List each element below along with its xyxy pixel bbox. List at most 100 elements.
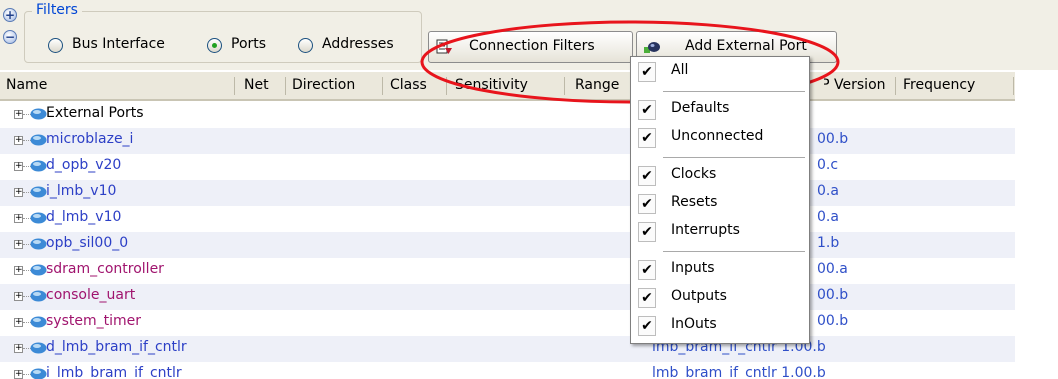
expand-icon[interactable]: + <box>14 136 23 145</box>
expand-icon[interactable]: + <box>14 370 23 379</box>
component-icon <box>30 134 47 146</box>
menu-separator <box>663 91 805 92</box>
column-ip-version[interactable]: IP Version <box>824 77 886 93</box>
component-icon <box>30 368 47 379</box>
component-icon-highlight <box>33 240 41 244</box>
filter-panel: + − Filters Bus Interface Ports Addresse… <box>0 0 1058 70</box>
menu-separator <box>663 251 805 252</box>
tree-row-name: console_uart <box>46 287 136 303</box>
checkmark-icon: ✔ <box>638 100 656 120</box>
connection-filters-label: Connection Filters <box>469 38 595 54</box>
component-icon-highlight <box>33 344 41 348</box>
tree-row-version: 00.a <box>817 261 848 277</box>
tree-row[interactable]: + system_timer 00.b <box>0 310 1015 336</box>
checkmark-icon: ✔ <box>638 288 656 308</box>
checkmark-icon: ✔ <box>638 62 656 82</box>
bus-interface-radio[interactable] <box>48 38 63 53</box>
addresses-label[interactable]: Addresses <box>322 36 394 52</box>
menu-item-resets[interactable]: ✔ Resets <box>633 191 807 217</box>
menu-item-clocks[interactable]: ✔ Clocks <box>633 163 807 189</box>
menu-item-all[interactable]: ✔ All <box>633 59 807 85</box>
expand-icon[interactable]: + <box>14 110 23 119</box>
tree-row[interactable]: + i_lmb_bram_if_cntlr lmb_bram_if_cntlr 1.… <box>0 362 1015 379</box>
menu-item-label: Clocks <box>671 166 717 182</box>
column-net[interactable]: Net <box>244 77 269 93</box>
component-icon-highlight <box>33 266 41 270</box>
checkmark-icon: ✔ <box>638 260 656 280</box>
tree-row-version: 00.b <box>817 131 849 147</box>
tree-row[interactable]: + console_uart 00.b <box>0 284 1015 310</box>
tree-row[interactable]: + sdram_controller 00.a <box>0 258 1015 284</box>
tree-row-name: i_lmb_v10 <box>46 183 117 199</box>
component-icon <box>30 212 47 224</box>
minus-icon[interactable]: − <box>3 30 17 44</box>
menu-item-unconnected[interactable]: ✔ Unconnected <box>633 125 807 151</box>
plus-icon[interactable]: + <box>3 8 17 22</box>
expand-icon[interactable]: + <box>14 214 23 223</box>
menu-item-label: Resets <box>671 194 718 210</box>
column-class[interactable]: Class <box>390 77 427 93</box>
component-icon <box>30 108 47 120</box>
component-icon <box>30 342 47 354</box>
checkmark-icon: ✔ <box>638 316 656 336</box>
tree-row-version: 00.b <box>817 287 849 303</box>
add-external-port-label: Add External Port <box>685 38 807 54</box>
component-icon <box>30 238 47 250</box>
column-direction[interactable]: Direction <box>292 77 355 93</box>
tree-row-name: opb_sil00_0 <box>46 235 129 251</box>
expand-icon[interactable]: + <box>14 188 23 197</box>
bus-interface-label[interactable]: Bus Interface <box>72 36 165 52</box>
component-icon-highlight <box>33 292 41 296</box>
menu-item-label: Interrupts <box>671 222 740 238</box>
filter-icon <box>436 39 452 54</box>
checkmark-icon: ✔ <box>638 128 656 148</box>
tree-row-version: 0.a <box>817 183 839 199</box>
tree-row[interactable]: + d_opb_v20 0.c <box>0 154 1015 180</box>
menu-item-label: All <box>671 62 689 78</box>
column-frequency[interactable]: Frequency <box>903 77 975 93</box>
component-icon-highlight <box>33 162 41 166</box>
tree-row[interactable]: + opb_sil00_0 1.b <box>0 232 1015 258</box>
connection-filters-button[interactable]: Connection Filters <box>428 31 633 63</box>
tree-row[interactable]: + External Ports <box>0 102 1015 128</box>
expand-icon[interactable]: + <box>14 318 23 327</box>
column-range[interactable]: Range <box>575 77 619 93</box>
component-icon-highlight <box>33 318 41 322</box>
tree-row[interactable]: + d_lmb_bram_if_cntlr lmb_bram_if_cntlr 1.… <box>0 336 1015 362</box>
expand-icon[interactable]: + <box>14 240 23 249</box>
component-icon <box>30 290 47 302</box>
ports-label[interactable]: Ports <box>231 36 266 52</box>
menu-item-inouts[interactable]: ✔ InOuts <box>633 313 807 339</box>
expand-icon[interactable]: + <box>14 162 23 171</box>
menu-item-label: Defaults <box>671 100 730 116</box>
column-sensitivity[interactable]: Sensitivity <box>455 77 528 93</box>
tree-row-name: d_lmb_bram_if_cntlr <box>46 339 187 355</box>
menu-item-inputs[interactable]: ✔ Inputs <box>633 257 807 283</box>
component-icon-highlight <box>33 110 41 114</box>
tree-row-name: sdram_controller <box>46 261 164 277</box>
menu-item-defaults[interactable]: ✔ Defaults <box>633 97 807 123</box>
tree-row-version: 00.b <box>817 313 849 329</box>
menu-item-interrupts[interactable]: ✔ Interrupts <box>633 219 807 245</box>
component-icon-highlight <box>33 188 41 192</box>
component-icon-highlight <box>33 370 41 374</box>
tree-row-name: d_opb_v20 <box>46 157 122 173</box>
tree-row[interactable]: + i_lmb_v10 0.a <box>0 180 1015 206</box>
tree-row[interactable]: + microblaze_i 00.b <box>0 128 1015 154</box>
addresses-radio[interactable] <box>298 38 313 53</box>
add-port-icon <box>644 42 660 53</box>
menu-item-outputs[interactable]: ✔ Outputs <box>633 285 807 311</box>
table-header: Name Net Direction Class Sensitivity Ran… <box>0 71 1015 101</box>
tree-row-version: lmb_bram_if_cntlr 1.00.b <box>652 365 826 379</box>
connection-filters-menu: ✔ All ✔ Defaults ✔ Unconnected ✔ Clocks ✔ Resets ✔… <box>630 56 810 344</box>
tree-row-name: External Ports <box>46 105 144 121</box>
menu-item-label: Outputs <box>671 288 727 304</box>
component-icon <box>30 264 47 276</box>
expand-icon[interactable]: + <box>14 266 23 275</box>
expand-icon[interactable]: + <box>14 292 23 301</box>
expand-icon[interactable]: + <box>14 344 23 353</box>
tree-row[interactable]: + d_lmb_v10 0.a <box>0 206 1015 232</box>
tree-row-name: microblaze_i <box>46 131 134 147</box>
column-name[interactable]: Name <box>6 77 47 93</box>
ports-radio[interactable] <box>207 38 222 53</box>
